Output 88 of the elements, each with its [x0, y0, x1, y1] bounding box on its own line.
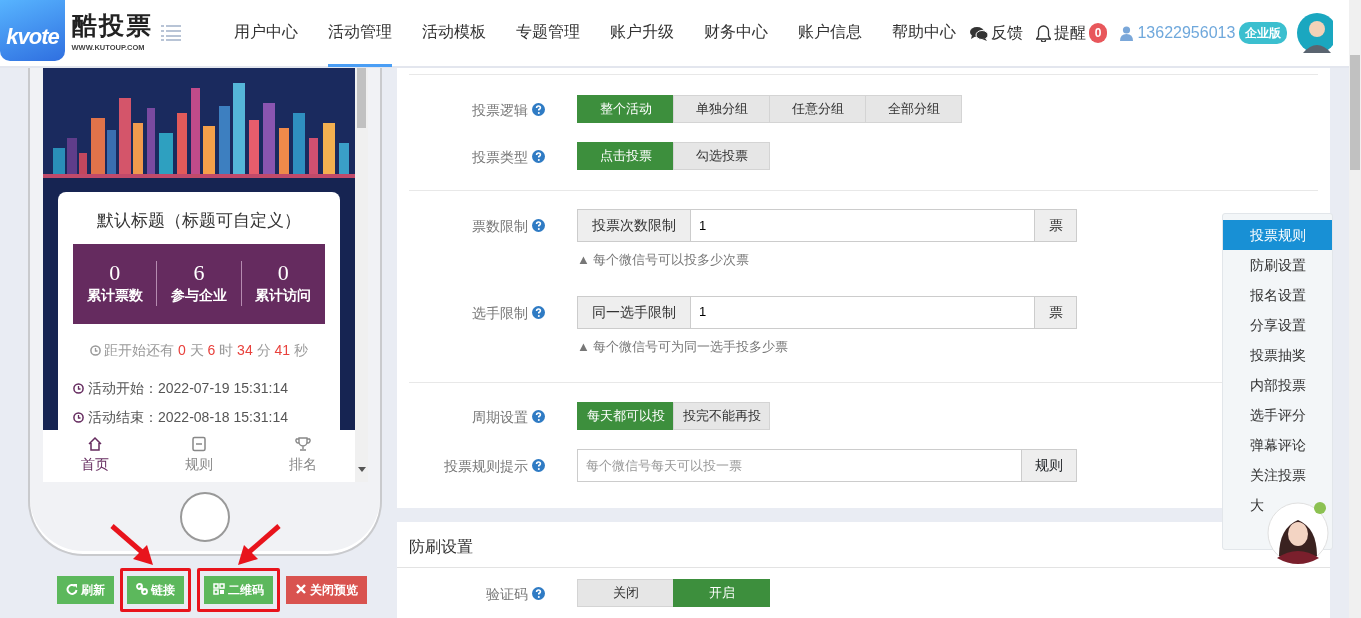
menu-item[interactable]: 内部投票 — [1250, 370, 1306, 400]
qr-code-icon — [213, 583, 225, 595]
nav-tab[interactable]: 账户信息 — [797, 0, 862, 67]
option-button[interactable]: 每天都可以投 — [577, 402, 674, 430]
nav-tab[interactable]: 用户中心 — [233, 0, 298, 67]
date-text: 活动开始：2022-07-19 15:31:14 — [88, 378, 288, 398]
card-title: 默认标题（标题可自定义） — [96, 210, 302, 232]
menu-item[interactable]: 关注投票 — [1250, 460, 1306, 490]
user-icon — [1120, 25, 1134, 41]
help-icon — [532, 459, 545, 472]
option-button[interactable]: 关闭 — [577, 579, 674, 607]
countdown-text: 距开始还有 0 天 6 时 34 分 41 秒 — [104, 340, 308, 360]
clock-icon — [73, 382, 84, 394]
document-icon — [191, 436, 207, 452]
scrollbar[interactable] — [355, 68, 368, 482]
stat-label: 累计访问 — [254, 286, 313, 306]
field-label: 周期设置 — [472, 409, 528, 425]
menu-item[interactable]: 投票抽奖 — [1250, 340, 1306, 370]
home-button[interactable] — [180, 492, 230, 542]
option-button[interactable]: 单独分组 — [673, 95, 770, 123]
field-label: 投票规则提示 — [444, 458, 528, 474]
tab-item[interactable]: 首页 — [43, 430, 147, 482]
date-text: 活动结束：2022-08-18 15:31:14 — [88, 407, 288, 427]
chat-icon — [969, 25, 988, 41]
menu-item[interactable]: 投票规则 — [1223, 220, 1332, 250]
option-button[interactable]: 投完不能再投 — [673, 402, 770, 430]
scrollbar[interactable] — [1349, 0, 1361, 618]
menu-icon — [160, 25, 181, 41]
help-icon — [532, 410, 545, 423]
close-icon — [295, 583, 307, 595]
hint-text: ▲ 每个微信号可以投多少次票 — [577, 251, 751, 269]
field-label: 验证码 — [486, 586, 528, 602]
option-button[interactable]: 任意分组 — [769, 95, 866, 123]
link-icon — [136, 583, 148, 595]
tab-item[interactable]: 排名 — [251, 430, 355, 482]
stat-value: 0 — [276, 260, 290, 286]
section-title: 防刷设置 — [409, 538, 473, 555]
preview-button[interactable]: 关闭预览 — [286, 576, 367, 604]
field-label: 投票类型 — [472, 149, 528, 165]
brand-name: 酷投票 — [71, 13, 153, 39]
help-icon — [532, 219, 545, 232]
input-field[interactable]: 1 — [691, 295, 1034, 329]
unit-label: 票 — [1034, 295, 1077, 329]
refresh-icon — [66, 583, 78, 595]
input-field[interactable]: 1 — [691, 209, 1034, 242]
reminder-link[interactable]: 提醒 — [1053, 21, 1086, 45]
plan-badge: 企业版 — [1238, 22, 1287, 44]
menu-item[interactable]: 报名设置 — [1250, 280, 1306, 310]
option-button[interactable]: 开启 — [673, 579, 770, 607]
avatar — [1296, 13, 1333, 53]
help-icon — [532, 587, 545, 600]
option-button[interactable]: 勾选投票 — [673, 142, 770, 170]
help-icon — [532, 103, 545, 116]
option-button[interactable]: 整个活动 — [577, 95, 674, 123]
stat-value: 0 — [108, 260, 122, 286]
bell-icon — [1035, 24, 1051, 42]
field-label: 选手限制 — [472, 304, 528, 321]
field-label: 投票逻辑 — [472, 102, 528, 118]
option-button[interactable]: 全部分组 — [865, 95, 962, 123]
home-icon — [87, 436, 103, 452]
stat-label: 累计票数 — [85, 286, 144, 306]
count-badge: 0 — [1088, 23, 1108, 43]
menu-item[interactable]: 防刷设置 — [1250, 250, 1306, 280]
menu-item[interactable]: 大 — [1250, 490, 1264, 520]
tab-item[interactable]: 规则 — [147, 430, 251, 482]
field-label: 票数限制 — [472, 218, 528, 234]
menu-item[interactable]: 选手评分 — [1250, 400, 1306, 430]
menu-item[interactable]: 分享设置 — [1250, 310, 1306, 340]
nav-tab[interactable]: 财务中心 — [703, 0, 768, 67]
nav-tab[interactable]: 帮助中心 — [891, 0, 956, 67]
option-button[interactable]: 点击投票 — [577, 142, 674, 170]
trophy-icon — [295, 436, 311, 452]
menu-item[interactable]: 弹幕评论 — [1250, 430, 1306, 460]
clock-icon — [90, 344, 102, 356]
nav-tab[interactable]: 专题管理 — [515, 0, 580, 67]
unit-label: 票 — [1034, 209, 1077, 242]
help-icon — [532, 305, 545, 319]
addon-label: 投票次数限制 — [577, 209, 691, 242]
addon-label: 同一选手限制 — [577, 295, 691, 329]
clock-icon — [73, 411, 84, 423]
nav-tab[interactable]: 账户升级 — [609, 0, 674, 67]
help-icon — [532, 150, 545, 163]
rules-button[interactable]: 规则 — [1021, 449, 1077, 482]
nav-tab[interactable]: 活动模板 — [421, 0, 486, 67]
stat-label: 参与企业 — [170, 286, 228, 306]
feedback-link[interactable]: 反馈 — [990, 21, 1023, 45]
stat-value: 6 — [192, 260, 206, 286]
hint-text: ▲ 每个微信号可为同一选手投多少票 — [577, 337, 790, 356]
